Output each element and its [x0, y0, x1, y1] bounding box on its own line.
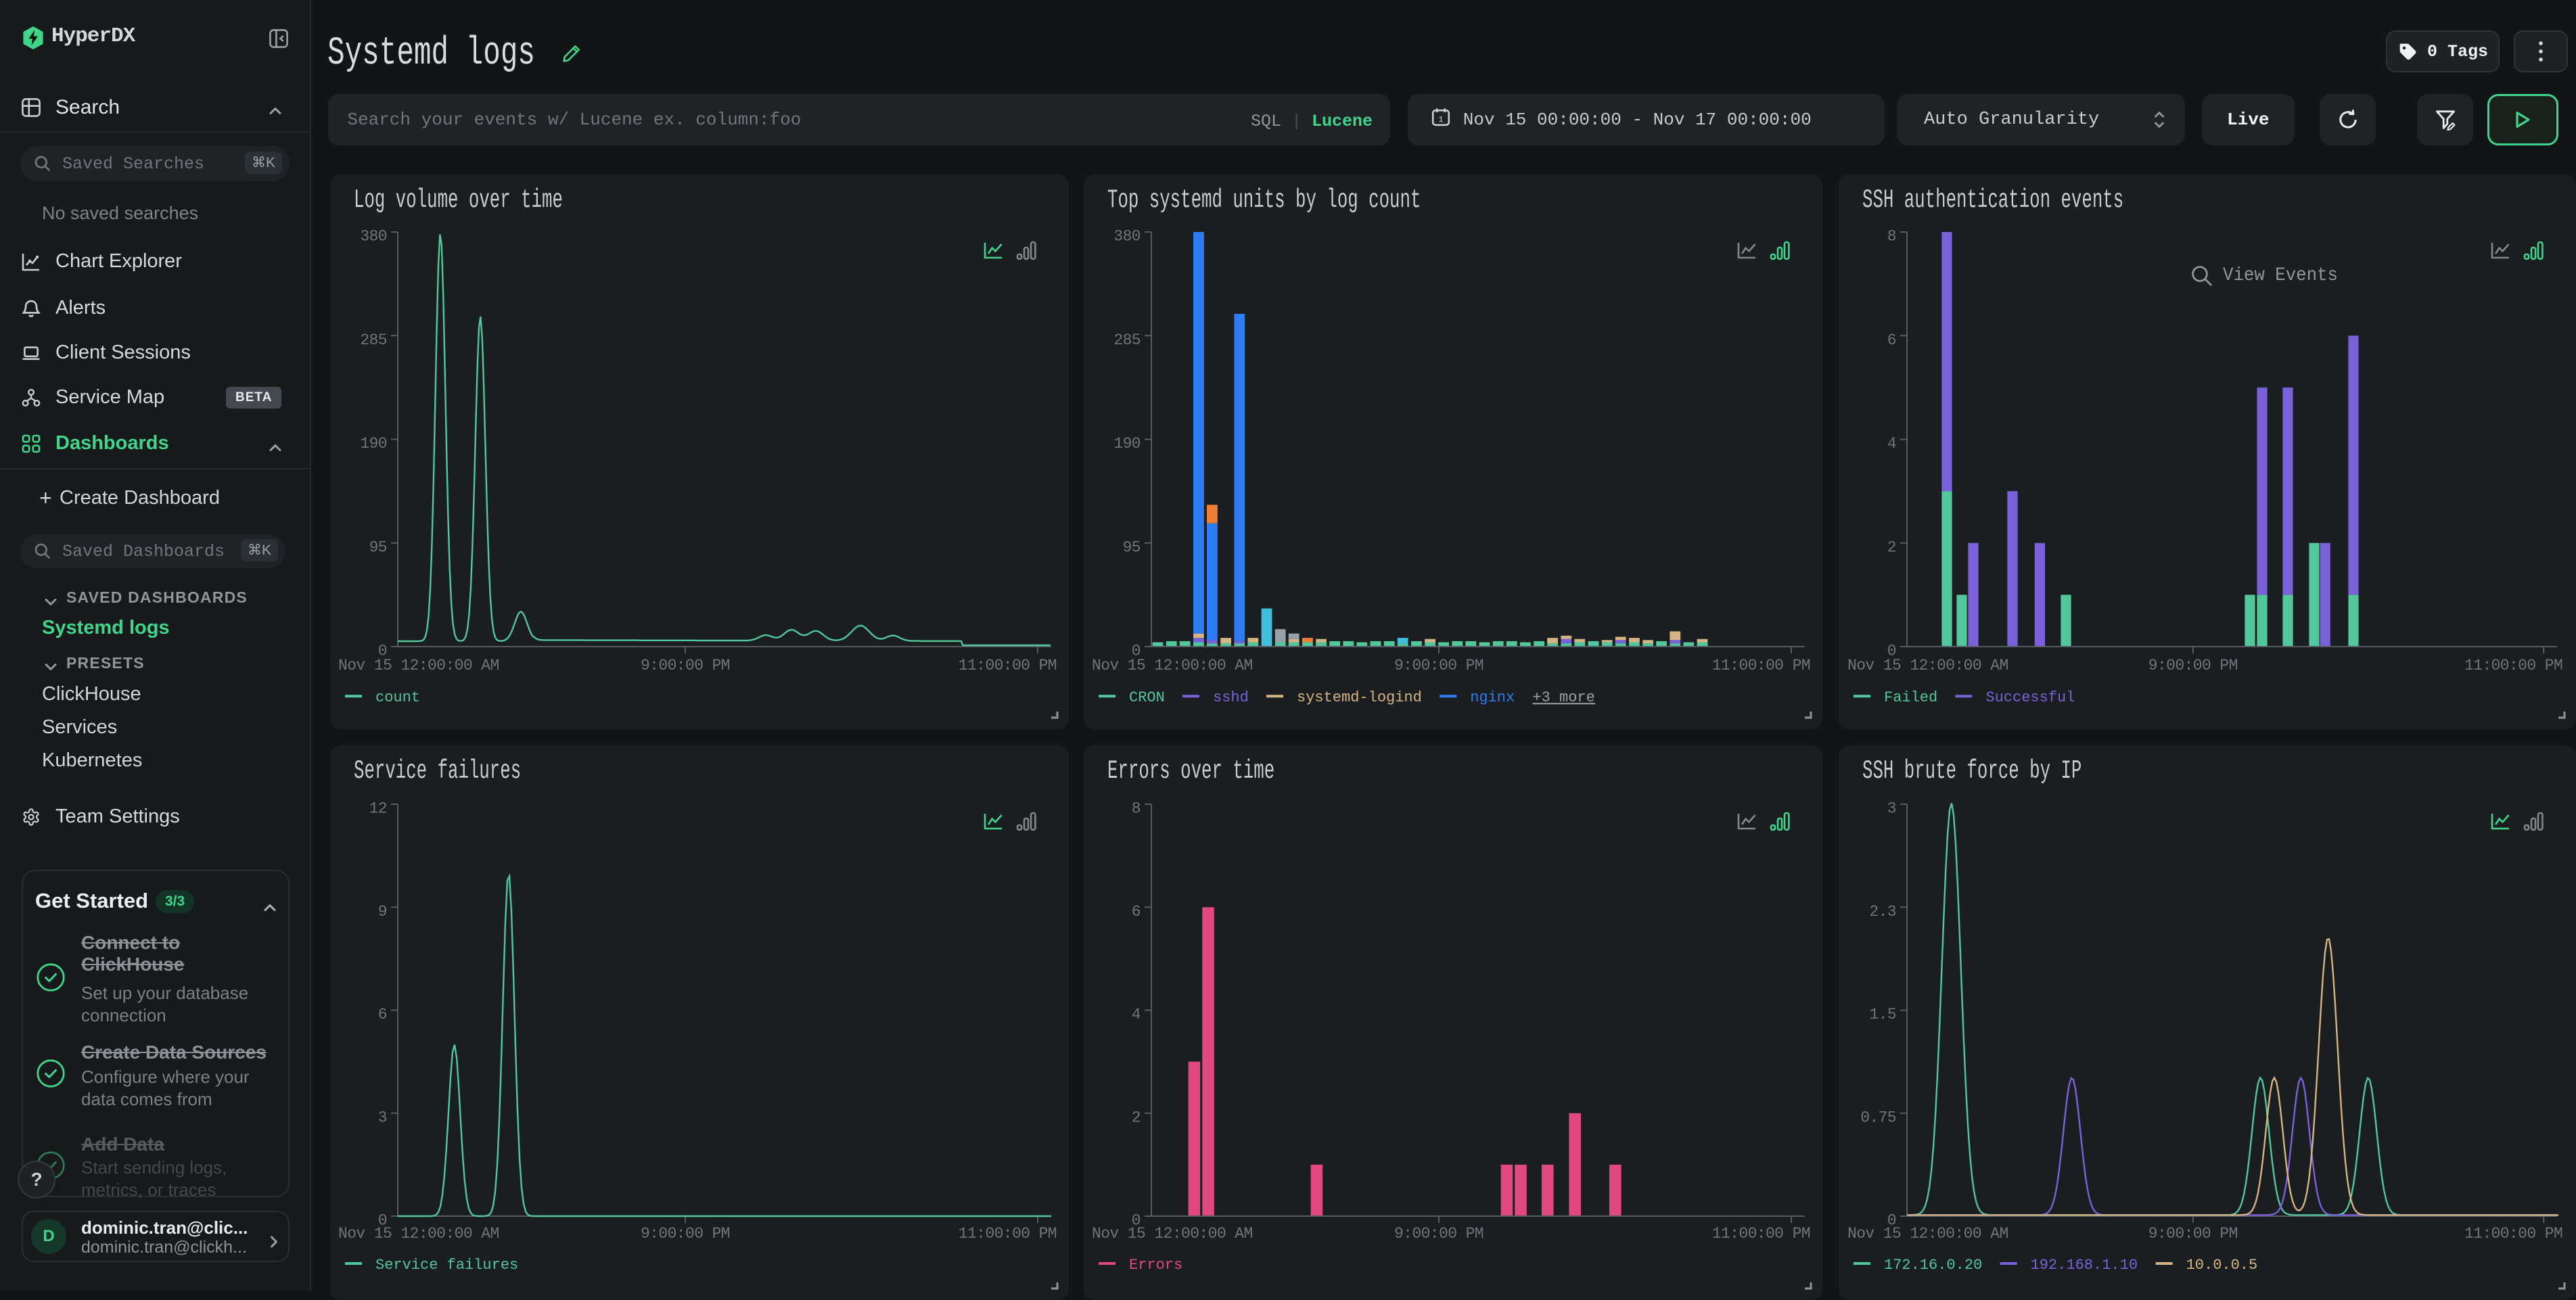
svg-text:11:00:00 PM: 11:00:00 PM [2464, 657, 2562, 674]
svg-text:9:00:00 PM: 9:00:00 PM [641, 657, 730, 674]
svg-text:9:00:00 PM: 9:00:00 PM [1394, 657, 1484, 674]
svg-text:380: 380 [360, 228, 387, 246]
svg-text:9:00:00 PM: 9:00:00 PM [2148, 1225, 2238, 1243]
svg-text:Successful: Successful [1985, 689, 2075, 706]
svg-text:285: 285 [1113, 331, 1141, 349]
svg-text:Nov 15 12:00:00 AM: Nov 15 12:00:00 AM [1847, 657, 2008, 674]
svg-text:Errors: Errors [1129, 1257, 1182, 1274]
svg-text:11:00:00 PM: 11:00:00 PM [959, 1225, 1057, 1243]
svg-text:2.3: 2.3 [1869, 903, 1896, 921]
svg-text:count: count [375, 689, 420, 706]
svg-text:nginx: nginx [1470, 689, 1515, 706]
svg-text:11:00:00 PM: 11:00:00 PM [1712, 1225, 1810, 1243]
svg-text:sshd: sshd [1213, 689, 1249, 706]
svg-text:95: 95 [369, 538, 387, 556]
svg-text:9:00:00 PM: 9:00:00 PM [641, 1225, 730, 1243]
svg-text:11:00:00 PM: 11:00:00 PM [2464, 1225, 2562, 1243]
svg-text:0.75: 0.75 [1860, 1109, 1896, 1126]
svg-text:Nov 15 12:00:00 AM: Nov 15 12:00:00 AM [1092, 657, 1253, 674]
svg-text:11:00:00 PM: 11:00:00 PM [959, 657, 1057, 674]
svg-text:190: 190 [1113, 435, 1141, 452]
svg-text:Failed: Failed [1884, 689, 1937, 706]
svg-text:6: 6 [1132, 903, 1141, 921]
svg-text:192.168.1.10: 192.168.1.10 [2031, 1257, 2138, 1274]
svg-text:CRON: CRON [1129, 689, 1165, 706]
svg-text:3: 3 [1887, 800, 1896, 818]
svg-text:6: 6 [378, 1006, 387, 1023]
svg-text:Service failures: Service failures [375, 1257, 518, 1274]
svg-text:6: 6 [1887, 331, 1896, 349]
svg-text:Nov 15 12:00:00 AM: Nov 15 12:00:00 AM [1092, 1225, 1253, 1243]
svg-text:380: 380 [1113, 228, 1141, 246]
svg-text:Nov 15 12:00:00 AM: Nov 15 12:00:00 AM [1847, 1225, 2008, 1243]
svg-text:Nov 15 12:00:00 AM: Nov 15 12:00:00 AM [338, 657, 499, 674]
svg-text:11:00:00 PM: 11:00:00 PM [1712, 657, 1810, 674]
svg-text:1.5: 1.5 [1869, 1006, 1896, 1023]
svg-text:2: 2 [1132, 1109, 1141, 1126]
svg-text:9: 9 [378, 903, 387, 921]
svg-text:1: 1 [1438, 115, 1443, 124]
svg-text:172.16.0.20: 172.16.0.20 [1884, 1257, 1982, 1274]
svg-text:9:00:00 PM: 9:00:00 PM [1394, 1225, 1484, 1243]
svg-text:285: 285 [360, 331, 387, 349]
svg-text:3: 3 [378, 1109, 387, 1126]
svg-text:8: 8 [1887, 228, 1896, 246]
svg-text:View Events: View Events [2223, 265, 2338, 286]
svg-text:2: 2 [1887, 538, 1896, 556]
svg-text:systemd-logind: systemd-logind [1297, 689, 1422, 706]
svg-text:190: 190 [360, 435, 387, 452]
svg-text:10.0.0.5: 10.0.0.5 [2186, 1257, 2258, 1274]
svg-text:95: 95 [1123, 538, 1141, 556]
svg-text:4: 4 [1132, 1006, 1141, 1023]
svg-text:9:00:00 PM: 9:00:00 PM [2148, 657, 2238, 674]
svg-text:4: 4 [1887, 435, 1896, 452]
svg-text:12: 12 [369, 800, 387, 818]
svg-text:Nov 15 12:00:00 AM: Nov 15 12:00:00 AM [338, 1225, 499, 1243]
svg-text:8: 8 [1132, 800, 1141, 818]
